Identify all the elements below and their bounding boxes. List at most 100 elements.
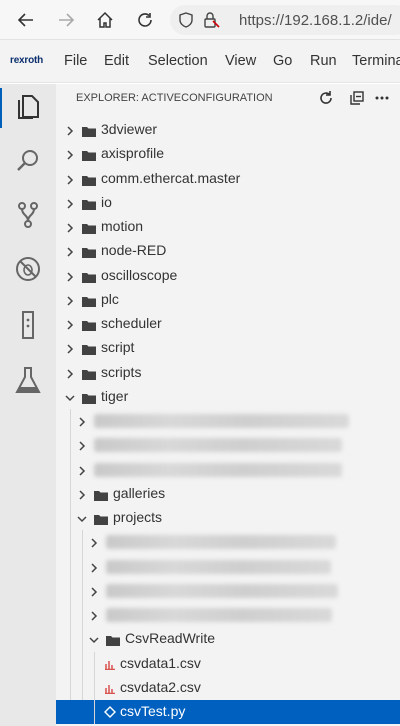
folder-icon	[82, 148, 96, 162]
reload-button[interactable]	[133, 8, 157, 32]
folder-label: plc	[101, 290, 119, 307]
chevron-right-icon[interactable]	[64, 148, 76, 160]
chevron-right-icon[interactable]	[64, 342, 76, 354]
tree-redacted-item[interactable]	[56, 579, 400, 603]
tree-folder-4[interactable]: motion	[56, 215, 400, 239]
indent-guide	[70, 409, 71, 700]
menu-selection[interactable]: Selection	[148, 53, 208, 69]
testing-button[interactable]	[9, 362, 47, 400]
menu-edit[interactable]: Edit	[104, 53, 129, 69]
chevron-right-icon[interactable]	[88, 585, 100, 597]
explorer-title: EXPLORER: ACTIVECONFIGURATION	[76, 92, 273, 104]
tree-folder-7[interactable]: plc	[56, 288, 400, 312]
chevron-right-icon[interactable]	[64, 318, 76, 330]
tree-folder-csvreadwrite[interactable]: CsvReadWrite	[56, 627, 400, 651]
tree-redacted-item[interactable]	[56, 433, 400, 457]
redacted-name	[106, 535, 336, 550]
folder-label: projects	[113, 509, 163, 525]
tree-folder-3[interactable]: io	[56, 191, 400, 215]
chevron-right-icon[interactable]	[64, 245, 76, 257]
chevron-right-icon[interactable]	[88, 561, 100, 573]
chevron-right-icon[interactable]	[76, 464, 88, 476]
tree-folder-0[interactable]: 3dviewer	[56, 118, 400, 142]
tree-folder-5[interactable]: node-RED	[56, 239, 400, 263]
tree-folder-10[interactable]: scripts	[56, 361, 400, 385]
folder-label: motion	[101, 218, 144, 234]
explorer-panel: EXPLORER: ACTIVECONFIGURATION 3dviewer ax…	[56, 84, 400, 726]
back-arrow-icon	[17, 13, 33, 27]
tree-redacted-item[interactable]	[56, 409, 400, 433]
search-button[interactable]	[9, 142, 47, 180]
folder-label: CsvReadWrite	[125, 630, 215, 647]
refresh-button[interactable]	[316, 88, 336, 108]
tree-redacted-item[interactable]	[56, 603, 400, 627]
tree-folder-1[interactable]: axisprofile	[56, 142, 400, 166]
tree-folder-6[interactable]: oscilloscope	[56, 264, 400, 288]
chevron-right-icon[interactable]	[64, 367, 76, 379]
source-control-icon	[18, 202, 38, 228]
chevron-right-icon[interactable]	[64, 173, 76, 185]
folder-icon	[82, 318, 96, 331]
folder-icon	[82, 342, 96, 356]
redacted-name	[94, 414, 349, 428]
chevron-down-icon[interactable]	[88, 633, 100, 645]
tree-folder-galleries[interactable]: galleries	[56, 482, 400, 506]
tree-file-csvdata2[interactable]: csvdata2.csv	[56, 676, 400, 700]
chevron-right-icon[interactable]	[64, 221, 76, 233]
back-button[interactable]	[14, 8, 38, 32]
insecure-lock-icon	[204, 12, 220, 28]
chevron-right-icon[interactable]	[76, 415, 88, 427]
tree-file-csvdata1[interactable]: csvdata1.csv	[56, 652, 400, 676]
tree-folder-11[interactable]: tiger	[56, 385, 400, 409]
chevron-right-icon[interactable]	[64, 270, 76, 282]
redacted-name	[106, 583, 338, 598]
menu-view[interactable]: View	[225, 53, 256, 69]
forward-button[interactable]	[54, 8, 78, 32]
folder-label: scheduler	[101, 315, 162, 331]
home-button[interactable]	[93, 8, 117, 32]
debug-button[interactable]	[9, 250, 47, 288]
folder-icon	[82, 367, 96, 380]
active-marker	[0, 88, 2, 128]
folder-icon	[82, 173, 96, 186]
chevron-down-icon[interactable]	[64, 391, 76, 403]
url-text: https://192.168.1.2/ide/	[239, 12, 392, 29]
chevron-right-icon[interactable]	[76, 439, 88, 451]
folder-icon	[94, 488, 108, 501]
redacted-name	[94, 462, 342, 477]
tree-folder-2[interactable]: comm.ethercat.master	[56, 167, 400, 191]
chevron-right-icon[interactable]	[76, 488, 88, 500]
tree-redacted-item[interactable]	[56, 530, 400, 554]
collapse-all-button[interactable]	[347, 88, 367, 108]
menu-run[interactable]: Run	[310, 53, 337, 69]
folder-label: galleries	[113, 484, 166, 501]
menu-terminal[interactable]: Terminal	[352, 53, 400, 69]
chevron-down-icon[interactable]	[76, 512, 88, 524]
address-bar[interactable]: https://192.168.1.2/ide/	[170, 5, 400, 35]
file-label: csvTest.py	[120, 703, 186, 719]
debug-icon	[16, 257, 40, 281]
folder-icon	[82, 270, 96, 283]
folder-label: scripts	[101, 363, 142, 380]
tree-folder-8[interactable]: scheduler	[56, 312, 400, 336]
extensions-button[interactable]	[9, 306, 47, 344]
tree-file-csvtest[interactable]: csvTest.py	[56, 700, 400, 724]
chevron-right-icon[interactable]	[64, 294, 76, 306]
collapse-all-icon	[350, 91, 364, 105]
chevron-right-icon[interactable]	[88, 609, 100, 621]
tree-folder-9[interactable]: script	[56, 336, 400, 360]
chevron-right-icon[interactable]	[88, 536, 100, 548]
chevron-right-icon[interactable]	[64, 197, 76, 209]
file-label: csvdata1.csv	[120, 654, 201, 671]
menu-go[interactable]: Go	[273, 53, 292, 69]
tree-redacted-item[interactable]	[56, 555, 400, 579]
tree-folder-projects[interactable]: projects	[56, 506, 400, 530]
explorer-button[interactable]	[9, 88, 47, 126]
tree-redacted-item[interactable]	[56, 458, 400, 482]
more-actions-button[interactable]	[372, 88, 392, 108]
extensions-icon	[22, 311, 34, 339]
menu-file[interactable]: File	[64, 53, 87, 69]
chevron-right-icon[interactable]	[64, 124, 76, 136]
source-control-button[interactable]	[9, 196, 47, 234]
redacted-name	[94, 438, 342, 453]
